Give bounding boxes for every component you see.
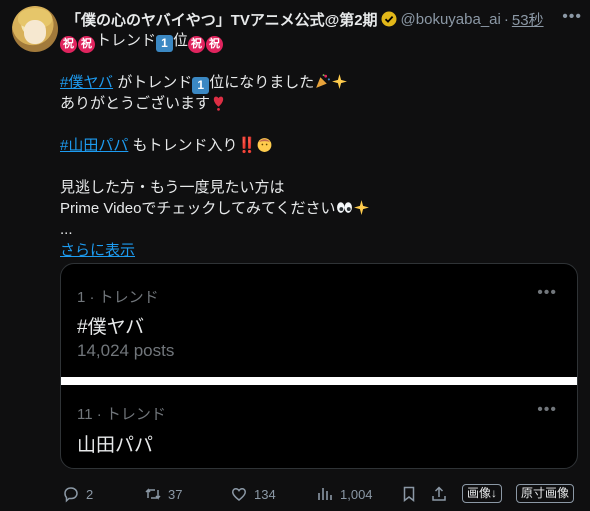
trend-name: 山田パパ bbox=[77, 435, 154, 456]
like-count: 134 bbox=[254, 486, 276, 502]
reply-icon bbox=[64, 487, 78, 503]
trend-more-icon: ••• bbox=[537, 284, 557, 301]
celebration-kanji-icon: 祝 bbox=[60, 36, 77, 53]
author-avatar[interactable] bbox=[12, 6, 58, 52]
tweet-body: 祝祝トレンド 1 位祝祝 #僕ヤバ がトレンド 1 位になりました ありがとうございます… bbox=[60, 30, 580, 261]
heart-exclamation-icon bbox=[213, 96, 224, 111]
trend-item: 11 · トレンド 山田パパ ••• bbox=[61, 386, 577, 468]
tweet-line-1: 祝祝トレンド 1 位祝祝 bbox=[60, 30, 580, 53]
like-button[interactable]: 134 bbox=[230, 485, 276, 503]
tweet-line-3: #僕ヤバ がトレンド 1 位になりました bbox=[60, 72, 580, 94]
trend-meta: 1 · トレンド bbox=[77, 289, 159, 306]
tweet-header: 「僕の心のヤバイやつ」TVアニメ公式@第2期 @bokuyaba_ai · 53… bbox=[66, 8, 584, 30]
keycap-one-icon: 1 bbox=[192, 77, 210, 94]
tweet-line-4: ありがとうございます bbox=[60, 93, 580, 114]
sparkles-icon bbox=[332, 74, 348, 89]
bookmark-button[interactable] bbox=[400, 485, 418, 503]
share-icon bbox=[432, 486, 446, 501]
retweet-count: 37 bbox=[168, 486, 183, 502]
celebration-icon bbox=[316, 74, 331, 88]
trend-more-icon: ••• bbox=[537, 401, 557, 418]
like-icon bbox=[232, 488, 246, 501]
display-name[interactable]: 「僕の心のヤバイやつ」TVアニメ公式@第2期 bbox=[66, 9, 378, 30]
celebration-kanji-icon: 祝 bbox=[188, 36, 206, 53]
timestamp[interactable]: 53秒 bbox=[512, 9, 544, 30]
tweet-text: 見逃した方・もう一度見たい方は bbox=[60, 179, 285, 196]
reply-button[interactable]: 2 bbox=[62, 485, 93, 503]
tweet-text: ありがとうございます bbox=[60, 95, 211, 112]
original-size-image-button[interactable]: 原寸画像 bbox=[516, 484, 575, 503]
author-handle[interactable]: @bokuyaba_ai bbox=[401, 11, 501, 28]
tweet-line-6: #山田パパ もトレンド入り‼️ bbox=[60, 135, 580, 156]
views-button[interactable]: 1,004 bbox=[316, 485, 373, 503]
views-icon bbox=[318, 488, 332, 500]
trend-post-count: 14,024 posts bbox=[77, 341, 175, 360]
trend-meta: 11 · トレンド bbox=[77, 406, 166, 423]
tweet-text: もトレンド入り‼️ bbox=[128, 137, 257, 154]
celebration-kanji-icon: 祝 bbox=[206, 36, 224, 53]
tweet-text: トレンド bbox=[96, 32, 157, 49]
hashtag-link[interactable]: #山田パパ bbox=[60, 137, 128, 154]
action-bar: 2 37 134 1,004 画像↓ 原寸画像 bbox=[60, 482, 580, 506]
keycap-one-icon: 1 bbox=[156, 35, 174, 52]
bookmark-icon bbox=[403, 486, 415, 503]
trend-name: #僕ヤバ bbox=[77, 317, 145, 338]
tweet-ellipsis: ... bbox=[60, 221, 73, 238]
eyes-icon bbox=[336, 202, 352, 213]
more-options-icon[interactable]: ••• bbox=[562, 8, 582, 26]
tweet-text: Prime Videoでチェックしてみてください bbox=[60, 200, 336, 217]
avatar-face bbox=[24, 20, 46, 44]
share-button[interactable] bbox=[430, 485, 448, 503]
retweet-icon bbox=[145, 488, 161, 500]
sparkles-icon bbox=[353, 200, 369, 215]
tweet-text: 位になりました bbox=[209, 74, 315, 91]
tweet-text: がトレンド bbox=[113, 74, 193, 91]
trend-divider bbox=[61, 377, 577, 385]
tweet-text: 位 bbox=[173, 32, 189, 49]
show-more-link[interactable]: さらに表示 bbox=[60, 242, 135, 259]
views-count: 1,004 bbox=[340, 486, 373, 502]
trend-screenshot-card[interactable]: 1 · トレンド #僕ヤバ 14,024 posts ••• 11 · トレンド… bbox=[60, 263, 578, 469]
tweet-line-8: 見逃した方・もう一度見たい方は bbox=[60, 177, 580, 198]
hashtag-link[interactable]: #僕ヤバ bbox=[60, 74, 113, 91]
baby-face-icon bbox=[257, 138, 272, 152]
reply-count: 2 bbox=[86, 486, 94, 502]
celebration-kanji-icon: 祝 bbox=[78, 36, 95, 53]
header-separator: · bbox=[503, 10, 509, 28]
trend-item: 1 · トレンド #僕ヤバ 14,024 posts ••• bbox=[61, 264, 577, 377]
retweet-button[interactable]: 37 bbox=[144, 485, 182, 503]
verified-badge-icon bbox=[381, 11, 397, 27]
image-download-button[interactable]: 画像↓ bbox=[462, 484, 503, 503]
tweet-line-9: Prime Videoでチェックしてみてください bbox=[60, 198, 580, 219]
